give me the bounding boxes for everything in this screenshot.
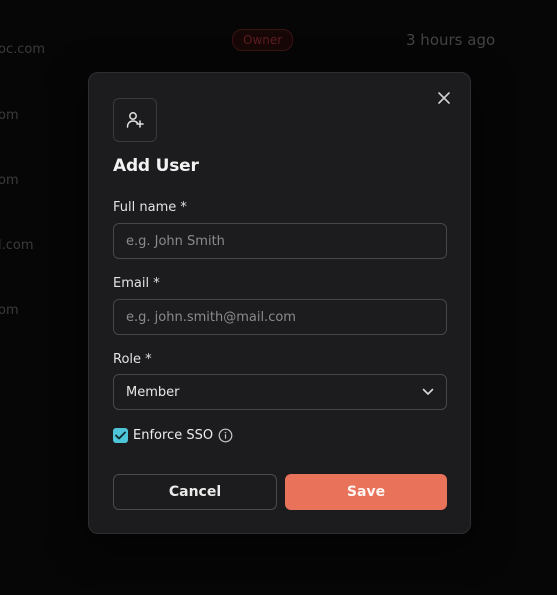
checkmark-icon xyxy=(115,431,126,439)
row-email: om xyxy=(0,173,19,188)
save-button[interactable]: Save xyxy=(285,474,447,510)
modal-title: Add User xyxy=(113,156,199,176)
header-icon-container xyxy=(113,98,157,142)
enforce-sso-checkbox[interactable] xyxy=(113,427,128,443)
info-icon[interactable] xyxy=(218,428,233,443)
cancel-button[interactable]: Cancel xyxy=(113,474,277,510)
role-select[interactable]: Member xyxy=(113,374,447,410)
row-email: om xyxy=(0,108,19,123)
full-name-label: Full name * xyxy=(113,200,187,215)
user-plus-icon xyxy=(126,112,144,128)
email-label: Email * xyxy=(113,276,160,291)
row-email: om xyxy=(0,303,19,318)
close-icon xyxy=(438,92,450,104)
row-email: oc.com xyxy=(0,42,45,57)
add-user-modal: Add User Full name * Email * Role * Memb… xyxy=(88,72,471,534)
role-label: Role * xyxy=(113,352,152,367)
enforce-sso-label[interactable]: Enforce SSO xyxy=(133,428,213,443)
last-active-time: 3 hours ago xyxy=(406,31,496,49)
email-input[interactable] xyxy=(113,299,447,335)
full-name-input[interactable] xyxy=(113,223,447,259)
enforce-sso-row: Enforce SSO xyxy=(113,426,233,444)
chevron-down-icon xyxy=(422,388,434,395)
row-email: l.com xyxy=(0,238,34,253)
role-select-value: Member xyxy=(126,384,180,400)
close-button[interactable] xyxy=(434,88,454,108)
role-badge: Owner xyxy=(232,29,294,51)
